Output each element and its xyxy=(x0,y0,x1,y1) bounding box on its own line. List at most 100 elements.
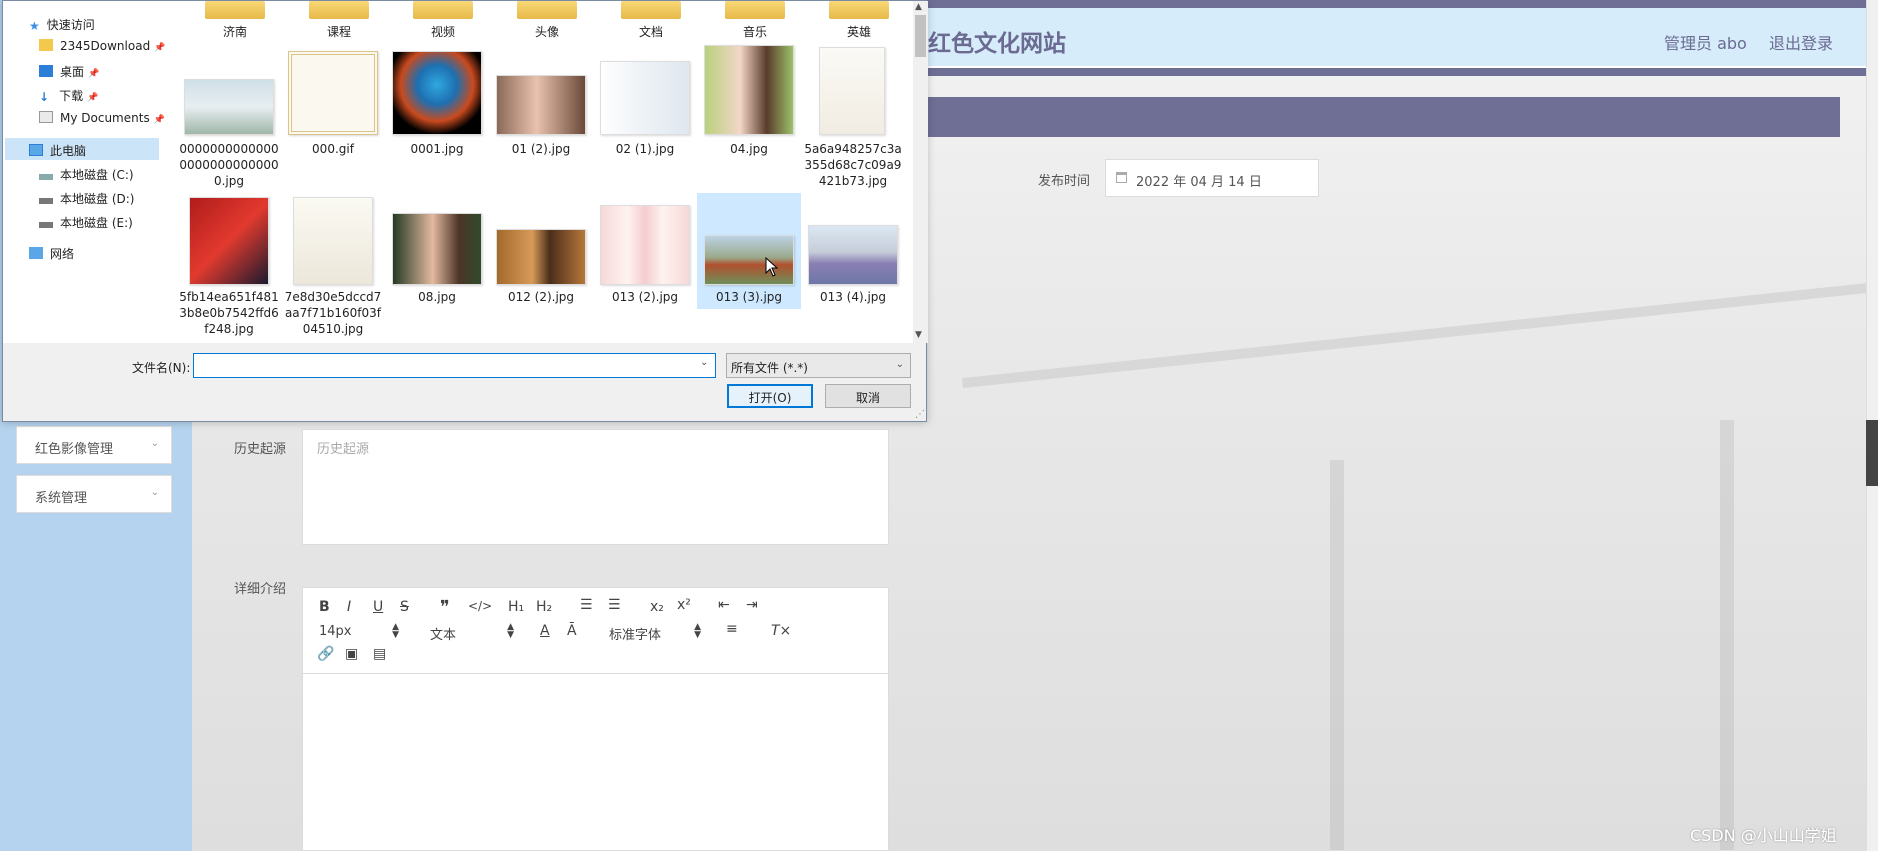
folder-label[interactable]: 文档 xyxy=(599,23,703,40)
nav-item-drive-d[interactable]: 本地磁盘 (D:) xyxy=(39,186,134,208)
file-item[interactable]: 012 (2).jpg xyxy=(489,195,593,343)
drive-icon xyxy=(39,174,53,180)
image-thumbnail xyxy=(600,61,690,135)
image-thumbnail xyxy=(496,75,586,135)
file-type-select[interactable]: 所有文件 (*.*) ⌄ xyxy=(726,353,911,378)
folder-icon[interactable] xyxy=(621,1,681,19)
file-item[interactable]: 01 (2).jpg xyxy=(489,45,593,193)
cancel-button[interactable]: 取消 xyxy=(825,384,911,408)
detail-label: 详细介绍 xyxy=(234,582,287,597)
scroll-up-icon[interactable]: ▲ xyxy=(915,2,922,12)
nav-item-label: 快速访问 xyxy=(46,18,95,32)
watermark: CSDN @小山山学姐 xyxy=(1690,826,1837,845)
subscript-icon[interactable]: x₂ xyxy=(650,599,664,615)
pubtime-date-picker[interactable]: 2022 年 04 月 14 日 xyxy=(1105,159,1319,197)
sidebar-item-system-management[interactable]: 系统管理 ⌄ xyxy=(16,475,172,513)
link-icon[interactable]: 🔗 xyxy=(317,646,334,662)
folder-label[interactable]: 英雄 xyxy=(807,23,911,40)
folder-label[interactable]: 音乐 xyxy=(703,23,807,40)
file-type-value: 所有文件 (*.*) xyxy=(731,361,808,375)
strikethrough-icon[interactable]: S xyxy=(400,599,409,615)
page-scrollbar-thumb[interactable] xyxy=(1866,420,1878,486)
file-item[interactable]: 04.jpg xyxy=(697,45,801,193)
file-list-scrollbar-thumb[interactable] xyxy=(915,15,926,57)
logout-link[interactable]: 退出登录 xyxy=(1769,30,1833,54)
folder-icon[interactable] xyxy=(413,1,473,19)
folder-icon[interactable] xyxy=(829,1,889,19)
file-open-dialog: ★ 快速访问 2345Download 📌 桌面 📌 ↓ 下载 📌 My Document… xyxy=(2,0,928,422)
folder-label[interactable]: 济南 xyxy=(183,23,287,40)
calendar-icon xyxy=(1116,172,1127,183)
align-icon[interactable]: ≡ xyxy=(726,621,738,637)
file-item[interactable]: 08.jpg xyxy=(385,195,489,343)
nav-item-quick-access[interactable]: ★ 快速访问 xyxy=(29,12,95,34)
scroll-down-icon[interactable]: ▼ xyxy=(915,330,922,340)
chevron-down-icon: ⌄ xyxy=(150,438,159,449)
folder-icon[interactable] xyxy=(725,1,785,19)
folder-icon[interactable] xyxy=(309,1,369,19)
outdent-icon[interactable]: ⇤ xyxy=(718,597,730,613)
bullet-list-icon[interactable]: ☰ xyxy=(608,597,621,613)
heading2-icon[interactable]: H₂ xyxy=(536,599,552,615)
nav-item-label: 2345Download xyxy=(60,39,151,53)
folder-label[interactable]: 课程 xyxy=(287,23,391,40)
bold-icon[interactable]: B xyxy=(319,599,330,615)
history-textarea[interactable]: 历史起源 xyxy=(302,429,889,545)
italic-icon[interactable]: I xyxy=(347,599,351,615)
nav-item-label: 桌面 xyxy=(60,65,85,79)
background-color-icon[interactable]: Ā xyxy=(567,623,577,639)
nav-item-this-pc[interactable]: 此电脑 xyxy=(29,138,86,160)
nav-item-my-documents[interactable]: My Documents 📌 xyxy=(39,107,165,129)
nav-item-drive-e[interactable]: 本地磁盘 (E:) xyxy=(39,210,133,232)
indent-icon[interactable]: ⇥ xyxy=(746,597,758,613)
nav-item-downloads[interactable]: ↓ 下载 📌 xyxy=(39,83,98,105)
file-item[interactable]: 013 (4).jpg xyxy=(801,195,905,343)
block-type-select[interactable]: 文本 ▲ ▼ xyxy=(430,623,514,644)
nav-item-drive-c[interactable]: 本地磁盘 (C:) xyxy=(39,162,134,184)
file-name: 013 (2).jpg xyxy=(611,290,679,304)
font-family-select[interactable]: 标准字体 ▲ ▼ xyxy=(609,622,701,644)
folder-icon[interactable] xyxy=(205,1,265,19)
blockquote-icon[interactable]: ❞ xyxy=(440,597,450,618)
ordered-list-icon[interactable]: ☰ xyxy=(580,597,593,613)
folder-label[interactable]: 头像 xyxy=(495,23,599,40)
video-icon[interactable]: ▤ xyxy=(373,646,386,662)
select-arrows-icon: ▲ ▼ xyxy=(694,622,701,640)
nav-item-label: 本地磁盘 (E:) xyxy=(60,216,133,230)
image-thumbnail xyxy=(808,225,898,285)
file-item[interactable]: 013 (2).jpg xyxy=(593,195,697,343)
image-icon[interactable]: ▣ xyxy=(345,646,358,662)
heading1-icon[interactable]: H₁ xyxy=(508,599,524,615)
nav-item-desktop[interactable]: 桌面 📌 xyxy=(39,59,99,81)
file-item[interactable]: 000.gif xyxy=(281,45,385,193)
image-thumbnail xyxy=(184,79,274,135)
clear-format-icon[interactable]: T× xyxy=(771,623,791,639)
background-fence-decoration xyxy=(1720,420,1734,850)
file-item[interactable]: 0001.jpg xyxy=(385,45,489,193)
underline-icon[interactable]: U xyxy=(373,599,383,615)
code-icon[interactable]: </> xyxy=(468,599,492,613)
folder-icon[interactable] xyxy=(517,1,577,19)
font-color-icon[interactable]: A xyxy=(540,623,550,639)
folder-label[interactable]: 视频 xyxy=(391,23,495,40)
font-size-select[interactable]: 14px ▲ ▼ xyxy=(319,623,399,640)
superscript-icon[interactable]: x² xyxy=(677,597,691,613)
file-item[interactable]: 5a6a948257c3a355d68c7c09a9421b73.jpg xyxy=(801,45,905,193)
file-name: 02 (1).jpg xyxy=(615,142,675,156)
file-item[interactable]: 000000000000000000000000000.jpg xyxy=(177,45,281,193)
file-item-selected[interactable]: 013 (3).jpg xyxy=(697,193,801,309)
filename-input[interactable] xyxy=(193,353,716,378)
chevron-down-icon[interactable]: ⌄ xyxy=(700,357,708,368)
nav-item-2345download[interactable]: 2345Download 📌 xyxy=(39,35,165,57)
sidebar-item-red-video-management[interactable]: 红色影像管理 ⌄ xyxy=(16,426,172,464)
file-item[interactable]: 7e8d30e5dccd7aa7f71b160f03f04510.jpg xyxy=(281,195,385,343)
file-item[interactable]: 5fb14ea651f4813b8e0b7542ffd6f248.jpg xyxy=(177,195,281,343)
rich-text-editor[interactable]: B I U S ❞ </> H₁ H₂ ☰ ☰ x₂ x² ⇤ ⇥ 14px ▲… xyxy=(302,587,889,851)
network-icon xyxy=(29,247,43,259)
nav-item-network[interactable]: 网络 xyxy=(29,241,74,263)
open-button[interactable]: 打开(O) xyxy=(727,384,813,408)
drive-icon xyxy=(39,222,53,228)
file-item[interactable]: 02 (1).jpg xyxy=(593,45,697,193)
resize-grip-icon[interactable]: ⋰ xyxy=(915,409,925,420)
nav-item-label: 本地磁盘 (D:) xyxy=(60,192,135,206)
